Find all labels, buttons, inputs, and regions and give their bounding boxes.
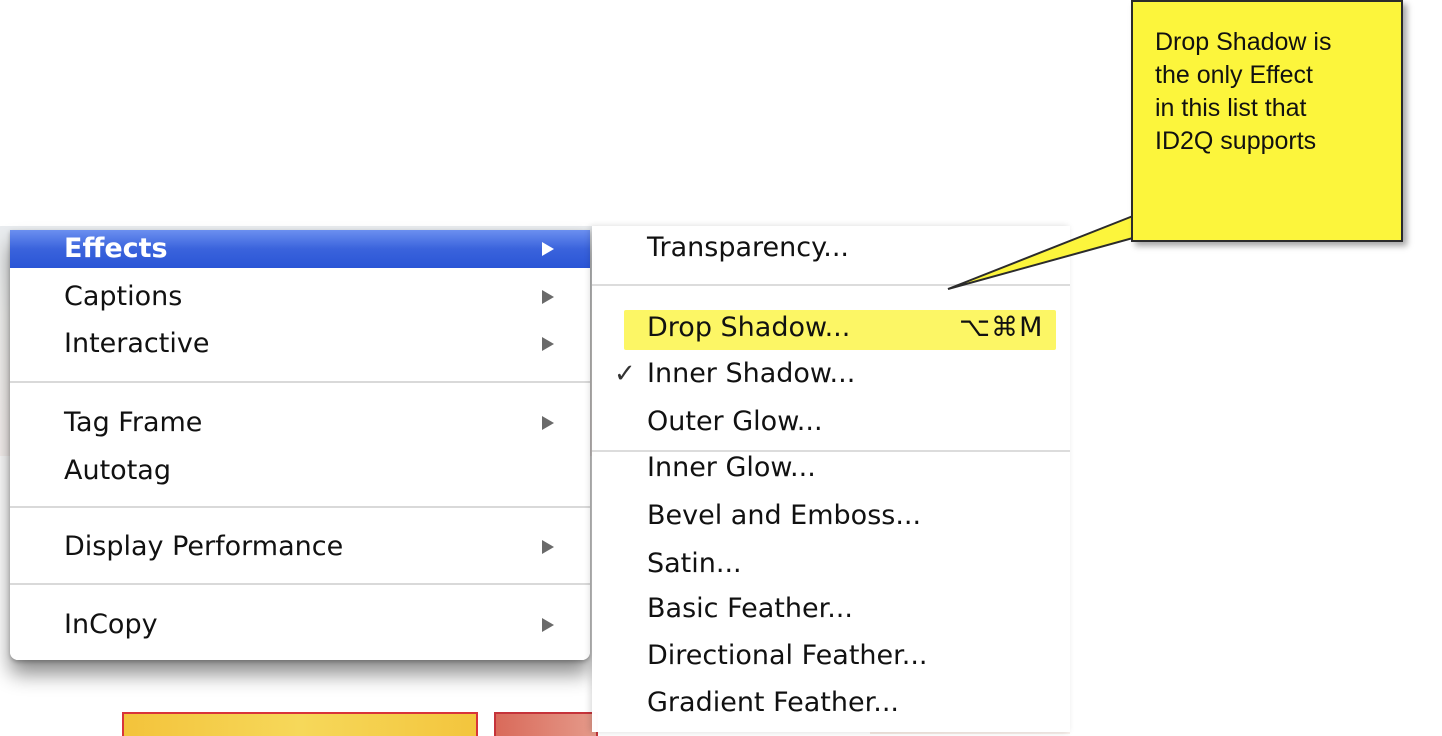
menu-separator [592,284,1070,286]
submenu-arrow-icon [542,618,554,632]
callout-line: Drop Shadow is [1155,28,1332,56]
submenu-item-label: Directional Feather... [647,640,928,671]
page-frame-red [494,712,598,736]
submenu-item-transparency[interactable]: Transparency... [592,228,1070,268]
submenu-item-inner-shadow[interactable]: ✓ Inner Shadow... [592,354,1070,394]
submenu-item-label: Inner Shadow... [647,358,856,389]
checkmark-icon: ✓ [614,359,636,389]
submenu-item-inner-glow[interactable]: Inner Glow... [592,448,1070,488]
submenu-item-label: Outer Glow... [647,406,823,437]
menu-item-label: Interactive [64,328,210,359]
callout-line: in this list that [1155,94,1307,122]
menu-item-autotag[interactable]: Autotag [10,452,590,490]
submenu-item-drop-shadow[interactable]: Drop Shadow... ⌥⌘M [592,308,1070,350]
submenu-item-label: Basic Feather... [647,593,853,624]
effects-submenu: Transparency... Drop Shadow... ⌥⌘M ✓ Inn… [592,226,1070,732]
submenu-item-label: Drop Shadow... [647,312,851,343]
menu-separator [10,583,590,585]
menu-item-label: Display Performance [64,531,344,562]
menu-item-tag-frame[interactable]: Tag Frame [10,404,590,442]
menu-item-label: Autotag [64,455,171,486]
menu-item-captions[interactable]: Captions [10,278,590,316]
submenu-arrow-icon [542,540,554,554]
keyboard-shortcut: ⌥⌘M [959,312,1044,343]
submenu-item-label: Gradient Feather... [647,687,899,718]
submenu-item-outer-glow[interactable]: Outer Glow... [592,402,1070,442]
submenu-arrow-icon [542,416,554,430]
menu-item-label: Effects [64,233,168,264]
submenu-item-label: Bevel and Emboss... [647,500,922,531]
menu-item-interactive[interactable]: Interactive [10,325,590,363]
submenu-arrow-icon [542,290,554,304]
menu-separator [10,381,590,383]
submenu-item-gradient-feather[interactable]: Gradient Feather... [592,683,1070,723]
menu-separator [10,506,590,508]
submenu-item-label: Satin... [647,548,742,579]
menu-item-effects[interactable]: Effects [10,230,590,268]
submenu-item-bevel-and-emboss[interactable]: Bevel and Emboss... [592,496,1070,536]
menu-item-label: Captions [64,281,183,312]
submenu-item-satin[interactable]: Satin... [592,544,1070,584]
callout-line: ID2Q supports [1155,127,1317,155]
callout-seam [1133,214,1139,240]
submenu-arrow-icon [542,337,554,351]
submenu-item-directional-feather[interactable]: Directional Feather... [592,636,1070,676]
menu-item-label: InCopy [64,609,158,640]
page-frame-yellow [122,712,478,736]
callout-line: the only Effect [1155,61,1313,89]
submenu-item-basic-feather[interactable]: Basic Feather... [592,589,1070,629]
submenu-item-label: Transparency... [647,232,849,263]
context-menu: Effects Captions Interactive Tag Frame A… [10,230,590,660]
submenu-arrow-icon [542,242,554,256]
annotation-callout: Drop Shadow is the only Effect in this l… [1131,0,1403,242]
submenu-item-label: Inner Glow... [647,452,816,483]
menu-item-incopy[interactable]: InCopy [10,606,590,644]
menu-item-display-performance[interactable]: Display Performance [10,528,590,566]
menu-item-label: Tag Frame [64,407,203,438]
